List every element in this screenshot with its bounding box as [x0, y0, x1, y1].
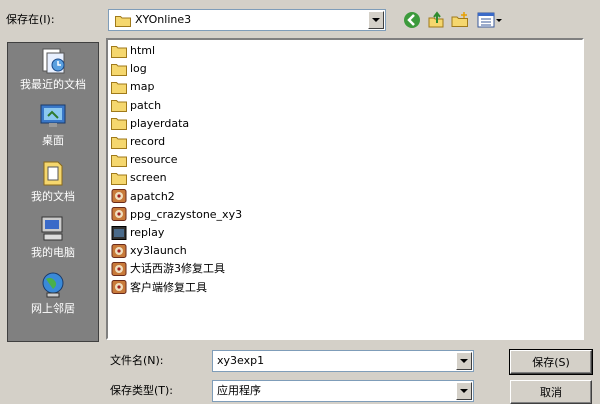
folder-item[interactable]: playerdata	[111, 115, 189, 132]
file-item[interactable]: apatch2	[111, 188, 175, 205]
file-name: patch	[130, 98, 162, 112]
places-bar: 我最近的文档 桌面 我的文档 我的电脑 网上邻居	[7, 42, 99, 342]
save-in-label: 保存在(I):	[6, 13, 55, 26]
file-name: ppg_crazystone_xy3	[130, 207, 243, 221]
folder-icon	[111, 45, 127, 58]
folder-icon	[111, 118, 127, 131]
chevron-down-icon[interactable]	[368, 11, 384, 29]
chevron-down-icon[interactable]	[456, 382, 472, 400]
folder-item[interactable]: record	[111, 133, 165, 150]
file-name: apatch2	[130, 189, 175, 203]
file-name: 客户端修复工具	[130, 280, 207, 294]
folder-icon	[115, 16, 131, 27]
folder-item[interactable]: map	[111, 78, 154, 95]
file-name: log	[130, 62, 147, 76]
place-label: 我最近的文档	[20, 78, 86, 91]
desktop-icon	[40, 104, 66, 127]
file-list-items: html log map patch playerdata record resource s…	[107, 40, 581, 338]
my-computer-icon	[41, 216, 63, 241]
my-documents-icon	[43, 161, 63, 186]
application-icon	[111, 225, 127, 240]
filename-value: xy3exp1	[217, 354, 265, 367]
place-label: 网上邻居	[31, 302, 75, 315]
file-name: resource	[130, 153, 178, 167]
application-icon	[111, 280, 127, 295]
folder-item[interactable]: html	[111, 42, 155, 59]
file-name: replay	[130, 226, 165, 239]
folder-item[interactable]: patch	[111, 97, 161, 114]
folder-icon	[111, 100, 127, 113]
folder-item[interactable]: screen	[111, 169, 167, 186]
filetype-value: 应用程序	[217, 384, 261, 397]
place-label: 我的电脑	[31, 246, 75, 259]
filetype-label: 保存类型(T):	[110, 384, 174, 397]
network-places-icon	[42, 272, 64, 298]
view-menu-icon	[477, 12, 502, 28]
place-recent-documents[interactable]: 我最近的文档	[8, 45, 98, 97]
file-name: map	[130, 80, 155, 94]
file-item[interactable]: 大话西游3修复工具	[111, 260, 225, 277]
folder-icon	[111, 63, 127, 76]
file-item[interactable]: xy3launch	[111, 242, 187, 259]
application-icon	[111, 207, 127, 222]
file-name: screen	[130, 171, 167, 185]
file-name: playerdata	[130, 116, 190, 130]
place-my-computer[interactable]: 我的电脑	[8, 213, 98, 265]
file-name: xy3launch	[130, 244, 187, 258]
save-dialog: { "header": { "save_in_label": "保存在(I):"…	[0, 0, 600, 404]
place-network[interactable]: 网上邻居	[8, 269, 98, 321]
place-label: 我的文档	[31, 190, 75, 203]
current-folder-name: XYOnline3	[135, 13, 192, 26]
filename-input[interactable]: xy3exp1	[212, 350, 474, 372]
folder-icon	[111, 172, 127, 185]
place-my-documents[interactable]: 我的文档	[8, 157, 98, 209]
application-icon	[111, 243, 127, 258]
folder-icon	[111, 136, 127, 149]
file-name: html	[130, 44, 156, 57]
save-button[interactable]: 保存(S)	[509, 349, 593, 375]
save-in-dropdown[interactable]: XYOnline3	[108, 9, 386, 31]
cancel-button[interactable]: 取消	[510, 380, 592, 404]
folder-item[interactable]: log	[111, 60, 147, 77]
back-arrow-icon	[404, 12, 420, 28]
new-folder-button[interactable]	[450, 10, 470, 30]
file-item[interactable]: replay	[111, 224, 164, 241]
up-one-level-icon	[428, 11, 444, 28]
folder-icon	[111, 81, 127, 94]
folder-item[interactable]: resource	[111, 151, 178, 168]
file-item[interactable]: 客户端修复工具	[111, 279, 207, 296]
file-name: record	[130, 135, 166, 148]
back-button[interactable]	[402, 10, 422, 30]
filename-label: 文件名(N):	[110, 354, 164, 367]
up-folder-button[interactable]	[426, 10, 446, 30]
filetype-dropdown[interactable]: 应用程序	[212, 380, 474, 402]
file-item[interactable]: ppg_crazystone_xy3	[111, 206, 242, 223]
recent-documents-icon	[42, 48, 65, 74]
new-folder-icon	[451, 12, 468, 27]
chevron-down-icon[interactable]	[456, 352, 472, 370]
place-desktop[interactable]: 桌面	[8, 101, 98, 153]
application-icon	[111, 189, 127, 204]
place-label: 桌面	[42, 134, 64, 147]
application-icon	[111, 261, 127, 276]
folder-icon	[111, 154, 127, 167]
file-name: 大话西游3修复工具	[130, 262, 225, 276]
view-menu-button[interactable]	[476, 10, 504, 30]
